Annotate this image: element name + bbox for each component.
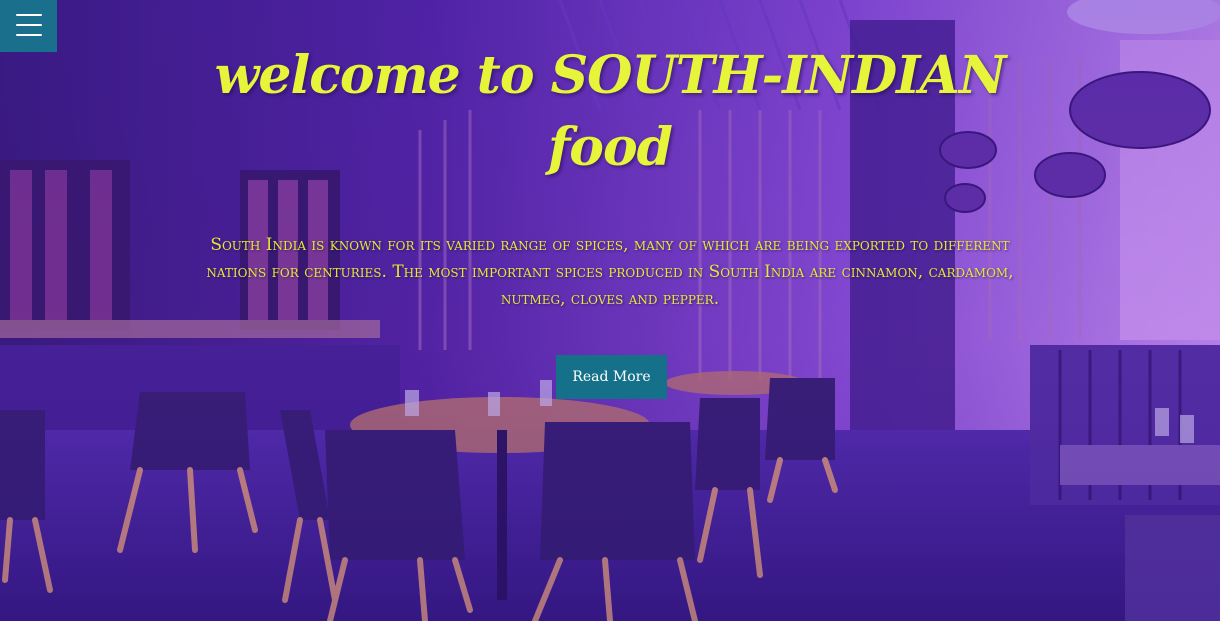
hamburger-menu-icon-line (16, 14, 42, 16)
hero-description: South India is known for its varied rang… (206, 235, 1014, 309)
hamburger-menu-icon-line (16, 34, 42, 36)
menu-button[interactable] (0, 0, 57, 52)
read-more-button[interactable]: Read More (556, 355, 667, 399)
hamburger-menu-icon-line (16, 24, 42, 26)
hero-title: welcome to SOUTH-INDIAN food (214, 45, 1007, 178)
